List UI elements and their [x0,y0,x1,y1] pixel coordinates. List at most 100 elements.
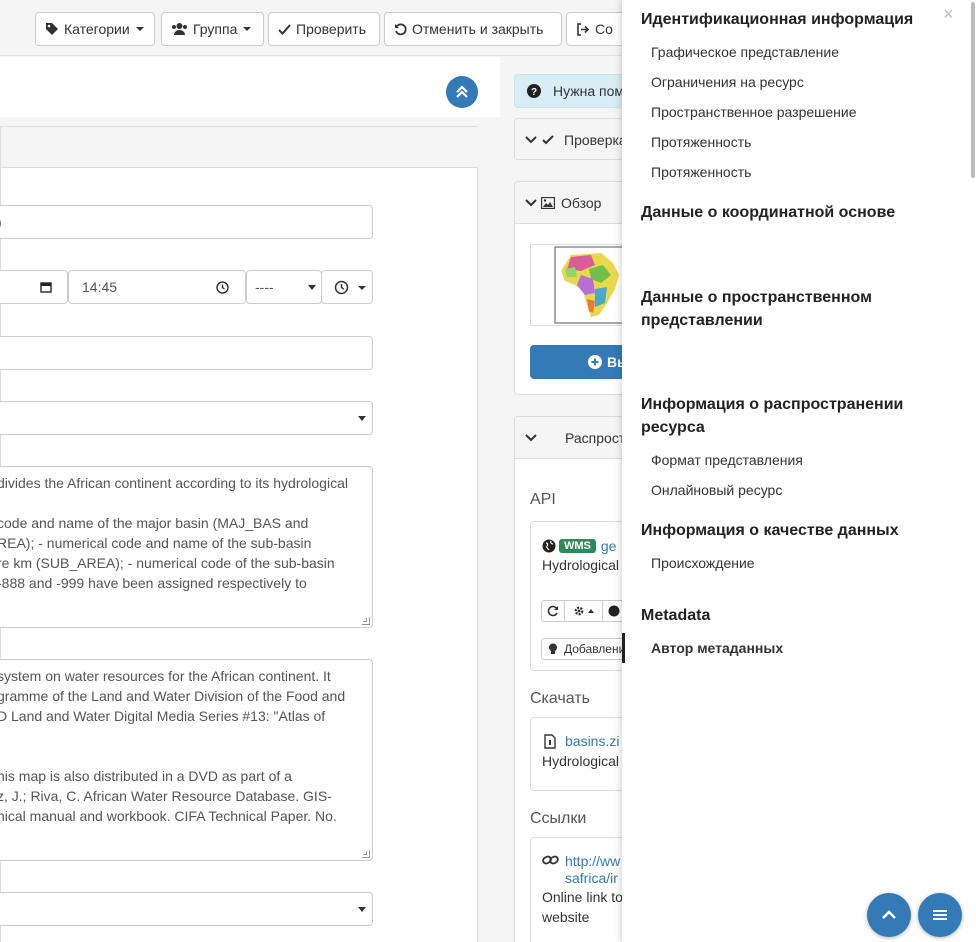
help-label: Нужна пом [553,83,625,99]
drawer-scrollbar[interactable] [971,2,975,178]
chevron-down-icon [135,27,144,31]
links-heading: Ссылки [530,810,587,827]
purpose-line: gramme of the Land and Water Division of… [0,688,346,704]
ampm-select[interactable]: ---- [246,270,322,304]
chevron-down-icon [358,286,366,290]
categories-button[interactable]: Категории [35,12,155,46]
abstract-line: REA); - numerical code and name of the s… [0,535,312,551]
overview-thumbnail[interactable] [530,244,633,326]
api-add-button[interactable]: Добавлени [541,638,629,660]
overview-panel: Обзор Вы [514,181,634,395]
toc-section-reference-system[interactable]: Данные о координатной основе [641,201,941,224]
resize-handle[interactable] [362,850,370,858]
purpose-line: nical manual and workbook. CIFA Technica… [0,808,337,824]
link-icon [542,855,559,865]
validation-label: Проверка [564,131,627,148]
status-select[interactable] [0,401,373,435]
toc-section-distribution[interactable]: Информация о распространении ресурса [641,393,941,439]
toc-section-identification[interactable]: Идентификационная информация [641,8,941,31]
overview-add-button[interactable]: Вы [530,345,633,379]
settings-dropdown-button[interactable] [565,600,603,622]
toc-menu-button[interactable] [918,893,962,937]
links-link-line1[interactable]: http://ww [565,853,620,869]
toc-item-extent[interactable]: Протяженность [651,164,751,180]
check-icon [542,134,554,144]
scroll-top-button[interactable] [867,893,911,937]
edition-input[interactable] [0,336,373,370]
plus-circle-icon [588,355,602,369]
chevron-down-icon [525,135,537,143]
overview-label: Обзор [561,194,602,211]
refresh-button[interactable] [541,600,565,622]
toc-item-metadata-author[interactable]: Автор метаданных [651,640,783,656]
cancel-close-button[interactable]: Отменить и закрыть [384,12,562,46]
sign-out-icon [577,22,590,36]
overview-panel-header[interactable]: Обзор [515,182,633,224]
download-link[interactable]: basins.zi [565,733,619,749]
toc-item-online-resource[interactable]: Онлайновый ресурс [651,482,782,498]
api-add-label: Добавлени [564,642,626,656]
svg-text:?: ? [531,87,537,98]
links-link-line2[interactable]: safrica/ir [565,870,618,886]
abstract-textarea[interactable]: divides the African continent according … [0,466,373,628]
cancel-close-label: Отменить и закрыть [412,21,544,37]
links-description-line1: Online link to [542,889,623,905]
africa-map-thumbnail [554,246,632,324]
download-card: basins.zi Hydrological [530,717,630,791]
toc-item-lineage[interactable]: Происхождение [651,555,755,571]
purpose-line: his map is also distributed in a DVD as … [0,768,292,784]
menu-icon [933,910,947,920]
toc-section-data-quality[interactable]: Информация о качестве данных [641,519,941,542]
title-input[interactable]: ) [0,205,373,239]
links-description-line2: website [542,909,590,925]
toc-active-indicator [622,633,625,663]
users-icon [172,23,187,35]
group-button[interactable]: Группа [161,12,264,46]
purpose-line: D Land and Water Digital Media Series #1… [0,708,326,724]
api-actions [541,600,623,622]
resize-handle[interactable] [362,617,370,625]
image-icon [541,196,555,209]
main-header-area [0,57,500,117]
metadata-editor-page: Категории Группа Проверить Отменить и за… [0,0,976,942]
clock-icon [216,281,229,294]
file-zip-icon [544,734,556,749]
question-circle-icon: ? [527,84,541,98]
form-panel-header [1,127,478,168]
distribution-panel-header[interactable]: Распрост [515,417,633,459]
time-picker-button[interactable] [321,270,373,304]
gear-icon [574,606,584,616]
api-description: Hydrological [542,557,620,573]
toc-item-spatial-resolution[interactable]: Пространственное разрешение [651,104,857,120]
help-panel[interactable]: ? Нужна пом [514,74,634,108]
chevron-down-icon [525,198,537,206]
wms-badge: WMS [559,539,596,553]
toc-section-metadata[interactable]: Metadata [641,604,941,627]
language-select[interactable] [0,892,373,926]
validation-panel: Проверка [514,118,634,160]
toc-item-graphic-overview[interactable]: Графическое представление [651,44,839,60]
links-card: http://ww safrica/ir Online link to webs… [530,837,630,942]
chevron-down-icon [358,907,366,912]
map-button[interactable] [603,600,623,622]
toc-item-resource-constraints[interactable]: Ограничения на ресурс [651,74,804,90]
toc-section-spatial-representation[interactable]: Данные о пространственном представлении [641,286,941,332]
title-value: ) [0,214,2,230]
lightbulb-icon [549,643,557,654]
close-icon[interactable]: × [943,4,954,25]
toc-item-extent[interactable]: Протяженность [651,134,751,150]
date-input[interactable] [0,270,68,304]
validate-button[interactable]: Проверить [268,12,380,46]
table-of-contents-drawer: × Идентификационная информация Графическ… [622,0,976,942]
validation-panel-header[interactable]: Проверка [515,119,633,159]
save-label: Со [595,21,613,37]
purpose-line: z, J.; Riva, C. African Water Resource D… [0,788,332,804]
abstract-line: re km (SUB_AREA); - numerical code of th… [0,555,335,571]
collapse-all-button[interactable] [446,76,478,108]
time-value: 14:45 [82,279,118,295]
purpose-textarea[interactable]: system on water resources for the Africa… [0,659,373,861]
toc-item-distribution-format[interactable]: Формат представления [651,452,803,468]
api-link[interactable]: ge [601,538,617,554]
time-input[interactable]: 14:45 [68,270,246,304]
globe-icon [542,539,556,553]
